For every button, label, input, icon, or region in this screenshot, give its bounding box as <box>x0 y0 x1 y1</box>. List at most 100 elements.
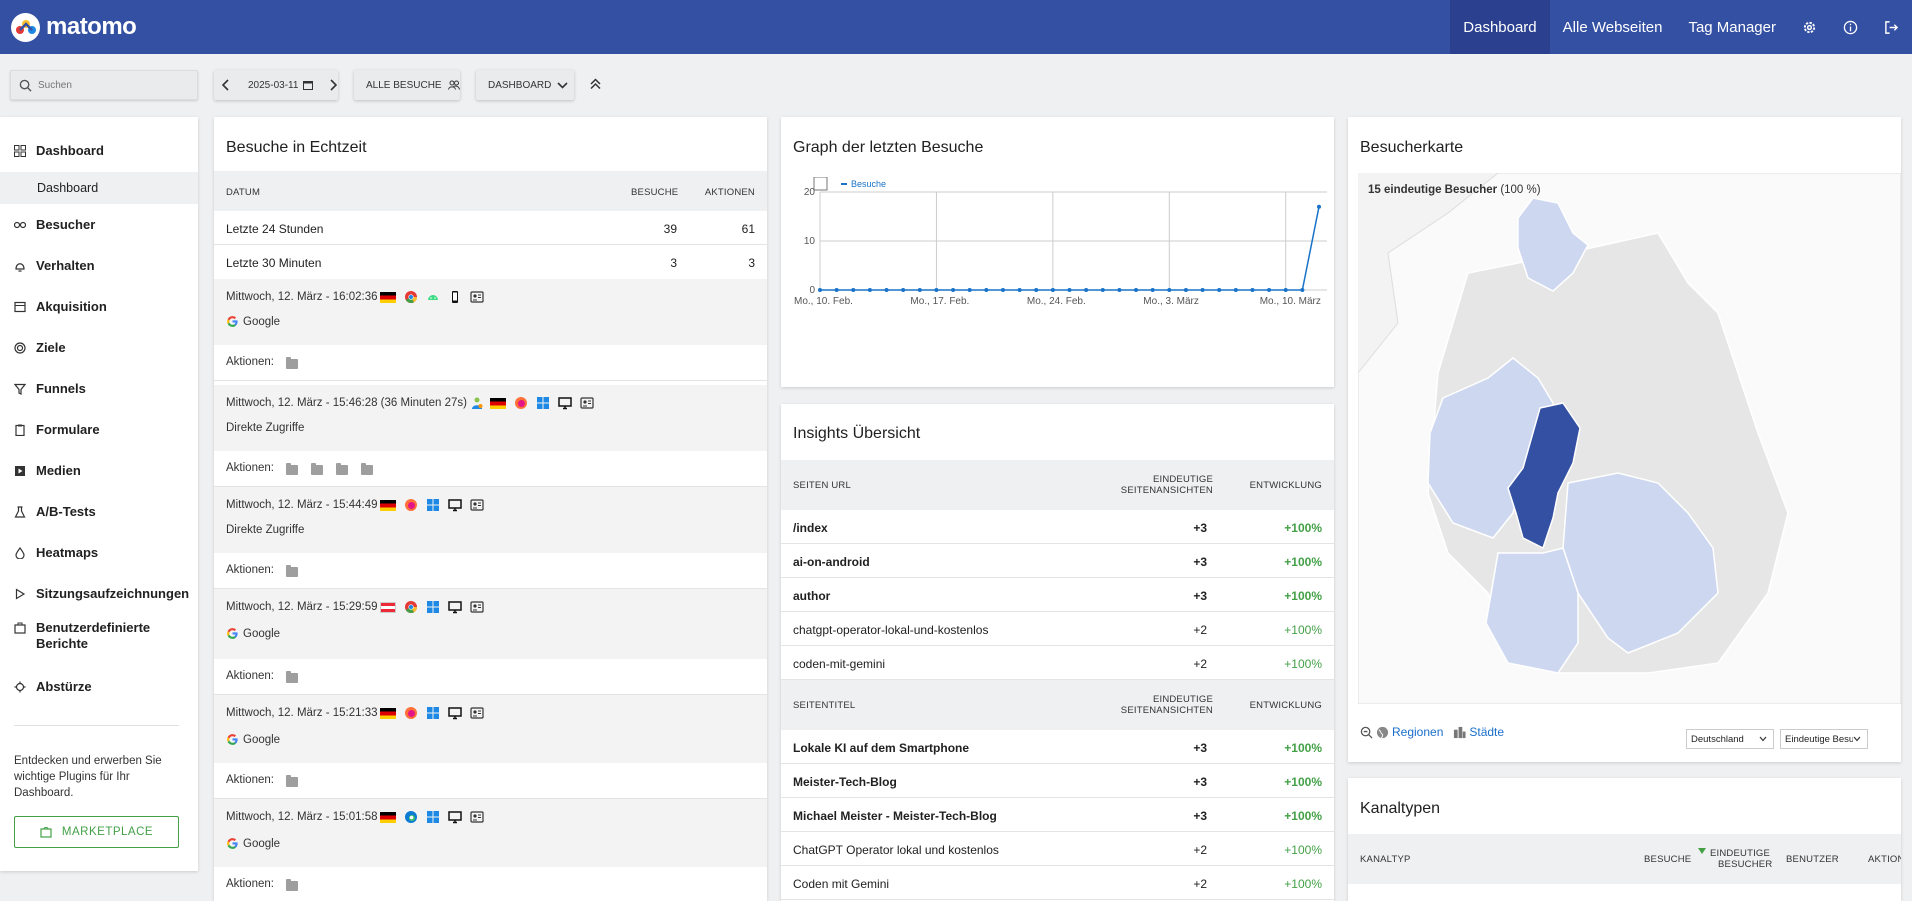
sidebar-item-funnels[interactable]: Funnels <box>14 381 86 396</box>
date-value[interactable]: 2025-03-11 <box>248 80 298 91</box>
date-selector[interactable]: 2025-03-11 <box>214 70 338 100</box>
chevron-left-icon[interactable] <box>222 79 232 91</box>
logout-icon[interactable] <box>1871 0 1912 54</box>
row-change: +100% <box>1284 589 1322 603</box>
segment-selector[interactable]: ALLE BESUCHE <box>354 70 460 100</box>
data-point <box>1150 288 1155 292</box>
col-date: DATUM <box>226 187 261 198</box>
visit-entry[interactable]: Mittwoch, 12. März - 15:01:58 Google <box>214 799 767 867</box>
sidebar-divider <box>14 725 179 726</box>
folder-icon[interactable] <box>286 775 298 787</box>
visit-entry[interactable]: Mittwoch, 12. März - 15:46:28 (36 Minute… <box>214 385 767 451</box>
sidebar-item-benutzerdefinierte-berichte[interactable]: Benutzerdefinierte Berichte <box>14 620 194 652</box>
table-row[interactable]: /index +3 +100% <box>781 510 1334 544</box>
nav-dashboard[interactable]: Dashboard <box>1450 0 1550 54</box>
sidebar-item-heatmaps[interactable]: Heatmaps <box>14 545 98 560</box>
nav-all-websites[interactable]: Alle Webseiten <box>1550 0 1676 54</box>
table-row[interactable]: Michael Meister - Meister-Tech-Blog +3 +10… <box>781 798 1334 832</box>
visit-source: Google <box>243 315 281 328</box>
widget-title: Insights Übersicht <box>793 425 921 442</box>
table-row[interactable]: Lokale KI auf dem Smartphone +3 +100% <box>781 730 1334 764</box>
row-change: +100% <box>1284 657 1322 671</box>
folder-icon[interactable] <box>336 463 348 475</box>
chevron-right-icon[interactable] <box>329 79 338 91</box>
goals-icon <box>14 341 26 354</box>
visit-entry[interactable]: Mittwoch, 12. März - 15:29:59 Google <box>214 589 767 659</box>
marketplace-button[interactable]: MARKETPLACE <box>14 816 179 848</box>
table-row[interactable]: author +3 +100% <box>781 578 1334 612</box>
nav-tag-manager[interactable]: Tag Manager <box>1675 0 1789 54</box>
folder-icon[interactable] <box>286 357 298 369</box>
widget-title: Graph der letzten Besuche <box>793 139 984 156</box>
flag-germany-icon <box>380 291 397 303</box>
table-row[interactable]: ChatGPT Operator lokal und kostenlos +2 +1… <box>781 832 1334 866</box>
google-icon <box>227 838 238 849</box>
data-point <box>917 288 922 292</box>
edge-icon <box>405 811 418 823</box>
insights-title-rows: Lokale KI auf dem Smartphone +3 +100% Meist… <box>781 730 1334 900</box>
folder-icon[interactable] <box>286 879 298 891</box>
sidebar-item-sitzungsaufzeichnungen[interactable]: Sitzungsaufzeichnungen <box>14 586 189 601</box>
visit-entry[interactable]: Mittwoch, 12. März - 16:02:36 Google <box>214 279 767 345</box>
table-row[interactable]: Coden mit Gemini +2 +100% <box>781 866 1334 900</box>
sidebar-item-formulare[interactable]: Formulare <box>14 422 100 437</box>
sidebar-item-ab-tests[interactable]: A/B-Tests <box>14 504 96 519</box>
sidebar-item-abstuerze[interactable]: Abstürze <box>14 679 92 694</box>
folder-icon[interactable] <box>286 671 298 683</box>
germany-map[interactable] <box>1358 173 1901 704</box>
country-select[interactable]: Deutschland <box>1686 729 1774 749</box>
regions-link[interactable]: Regionen <box>1392 725 1443 739</box>
flag-austria-icon <box>380 601 397 613</box>
visit-entry[interactable]: Mittwoch, 12. März - 15:21:33 Google <box>214 695 767 763</box>
table-row[interactable]: chatgpt-operator-lokal-und-kostenlos +2 +1… <box>781 612 1334 646</box>
dashboard-menu[interactable]: DASHBOARD <box>476 70 574 100</box>
search-icon <box>19 79 32 92</box>
calendar-icon[interactable] <box>303 80 314 90</box>
sidebar-item-dashboard[interactable]: Dashboard <box>14 143 104 158</box>
gear-icon[interactable] <box>1789 0 1830 54</box>
sidebar-item-verhalten[interactable]: Verhalten <box>14 258 95 273</box>
chevron-down-icon <box>1759 736 1767 742</box>
table-row[interactable]: Meister-Tech-Blog +3 +100% <box>781 764 1334 798</box>
data-point <box>1200 288 1205 292</box>
media-icon <box>15 465 25 476</box>
sidebar-item-besucher[interactable]: Besucher <box>14 217 95 232</box>
sidebar-item-label: Sitzungsaufzeichnungen <box>36 586 190 601</box>
insights-widget: Insights Übersicht SEITEN URL EINDEUTIGE… <box>781 404 1334 901</box>
toolbar: 2025-03-11 ALLE BESUCHE DASHBOARD <box>0 70 1912 100</box>
table-row[interactable]: coden-mit-gemini +2 +100% <box>781 646 1334 680</box>
windows-icon <box>427 601 440 613</box>
visitors-icon <box>14 221 26 228</box>
folder-icon[interactable] <box>361 463 373 475</box>
cities-link[interactable]: Städte <box>1469 725 1504 739</box>
windows-icon <box>427 811 440 823</box>
folder-icon[interactable] <box>311 463 323 475</box>
desktop-icon <box>448 811 463 824</box>
table-row[interactable]: ai-on-android +3 +100% <box>781 544 1334 578</box>
sidebar-item-label: Heatmaps <box>36 545 99 560</box>
row-change: +100% <box>1284 555 1322 569</box>
matomo-logo-mark <box>11 12 40 42</box>
folder-icon[interactable] <box>286 463 298 475</box>
data-point <box>1100 288 1105 292</box>
folder-icon[interactable] <box>286 565 298 577</box>
search-input[interactable] <box>38 79 188 91</box>
sidebar-item-medien[interactable]: Medien <box>14 463 81 478</box>
zoom-out-icon[interactable] <box>1360 726 1373 739</box>
metric-select[interactable]: Eindeutige Besucher <box>1780 729 1868 749</box>
visit-source: Google <box>243 733 281 746</box>
sidebar-subitem-dashboard[interactable]: Dashboard <box>0 172 198 204</box>
row-value: +2 <box>1193 877 1207 891</box>
data-point <box>1183 288 1188 292</box>
matomo-logo[interactable]: matomo <box>11 12 137 42</box>
play-icon <box>15 587 26 600</box>
sort-desc-icon[interactable] <box>1698 848 1706 854</box>
row-label: ai-on-android <box>793 555 870 569</box>
row-label: Letzte 24 Stunden <box>226 222 324 236</box>
sidebar-item-akquisition[interactable]: Akquisition <box>14 299 107 314</box>
visit-entry[interactable]: Mittwoch, 12. März - 15:44:49 Direkte Zu… <box>214 487 767 553</box>
sidebar-item-ziele[interactable]: Ziele <box>14 340 66 355</box>
collapse-up-icon[interactable] <box>590 78 601 90</box>
info-icon[interactable] <box>1830 0 1871 54</box>
globe-icon <box>1376 726 1389 738</box>
